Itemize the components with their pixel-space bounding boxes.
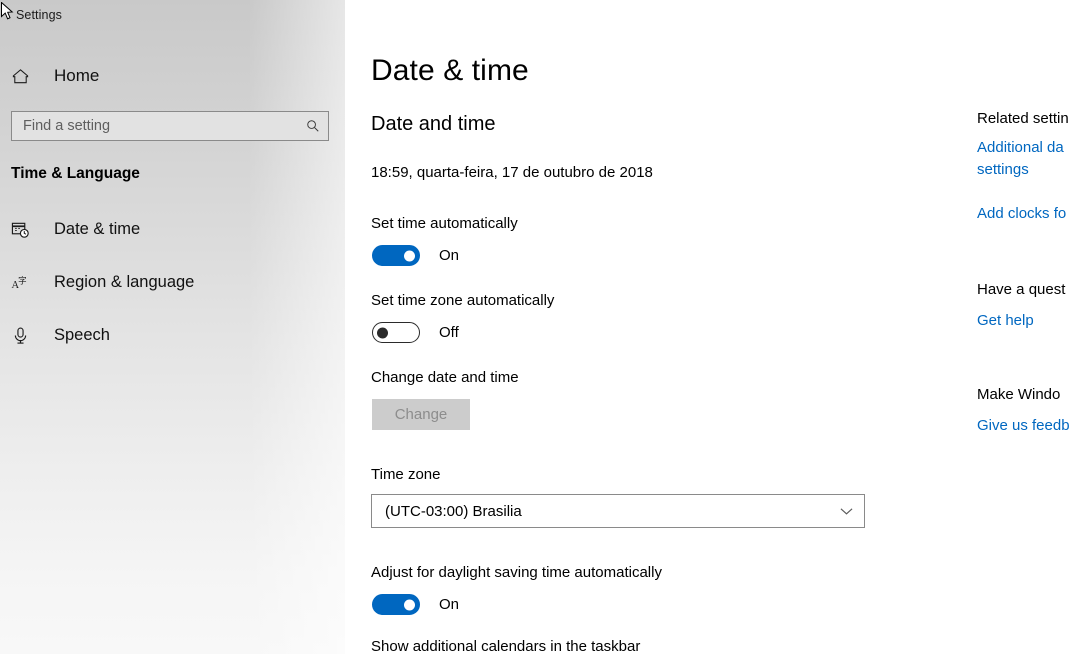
time-zone-dropdown[interactable]: (UTC-03:00) Brasilia [371, 494, 865, 528]
daylight-saving-toggle[interactable] [372, 594, 420, 615]
search-box[interactable] [11, 111, 329, 141]
svg-text:字: 字 [18, 274, 27, 285]
change-date-time-button[interactable]: Change [372, 399, 470, 430]
sidebar: Settings Home Time & Language [0, 0, 345, 654]
set-timezone-automatically-toggle-row: Off [372, 322, 459, 343]
sidebar-item-date-time[interactable]: Date & time [0, 209, 345, 249]
daylight-saving-state: On [439, 596, 460, 613]
page-title: Date & time [371, 54, 529, 87]
toggle-knob [404, 250, 415, 261]
sidebar-item-home[interactable]: Home [0, 60, 345, 92]
have-a-question-heading: Have a quest [977, 281, 1066, 298]
change-date-time-label: Change date and time [371, 369, 519, 386]
sidebar-item-speech[interactable]: Speech [0, 315, 345, 355]
current-datetime-text: 18:59, quarta-feira, 17 de outubro de 20… [371, 164, 653, 181]
set-timezone-automatically-state: Off [439, 324, 459, 341]
set-timezone-automatically-toggle[interactable] [372, 322, 420, 343]
sidebar-category-title: Time & Language [11, 165, 140, 182]
make-windows-better-heading: Make Windo [977, 386, 1061, 403]
set-time-automatically-toggle[interactable] [372, 245, 420, 266]
set-time-automatically-state: On [439, 247, 460, 264]
sidebar-item-region-language[interactable]: A 字 Region & language [0, 262, 345, 302]
section-title: Date and time [371, 113, 496, 135]
related-settings-panel: Related settin Additional da settings Ad… [977, 0, 1071, 654]
language-icon: A 字 [11, 273, 35, 292]
set-time-automatically-toggle-row: On [372, 245, 459, 266]
toggle-knob [404, 599, 415, 610]
chevron-down-icon[interactable] [828, 495, 864, 527]
sidebar-home-label: Home [54, 66, 100, 85]
related-settings-heading: Related settin [977, 110, 1069, 127]
give-us-feedback-link[interactable]: Give us feedb [977, 415, 1070, 437]
daylight-saving-label: Adjust for daylight saving time automati… [371, 564, 662, 581]
home-icon [11, 67, 35, 86]
settings-window: Settings Home Time & Language [0, 0, 1071, 654]
daylight-saving-toggle-row: On [372, 594, 459, 615]
set-time-automatically-label: Set time automatically [371, 215, 518, 232]
search-input[interactable] [12, 118, 298, 134]
microphone-icon [11, 326, 35, 345]
time-zone-selected-value: (UTC-03:00) Brasilia [385, 502, 522, 520]
sidebar-item-label: Date & time [54, 219, 141, 238]
app-title: Settings [16, 8, 62, 22]
calendar-clock-icon [11, 220, 35, 239]
search-icon[interactable] [298, 112, 328, 140]
title-bar: Settings [0, 0, 345, 30]
time-zone-label: Time zone [371, 466, 441, 483]
sidebar-item-label: Region & language [54, 272, 195, 291]
sidebar-item-label: Speech [54, 325, 110, 344]
additional-date-time-settings-link[interactable]: Additional da settings [977, 137, 1071, 181]
set-timezone-automatically-label: Set time zone automatically [371, 292, 555, 309]
add-clocks-link[interactable]: Add clocks fo [977, 203, 1066, 225]
get-help-link[interactable]: Get help [977, 310, 1034, 332]
additional-calendars-label: Show additional calendars in the taskbar [371, 638, 641, 654]
toggle-knob [377, 327, 388, 338]
